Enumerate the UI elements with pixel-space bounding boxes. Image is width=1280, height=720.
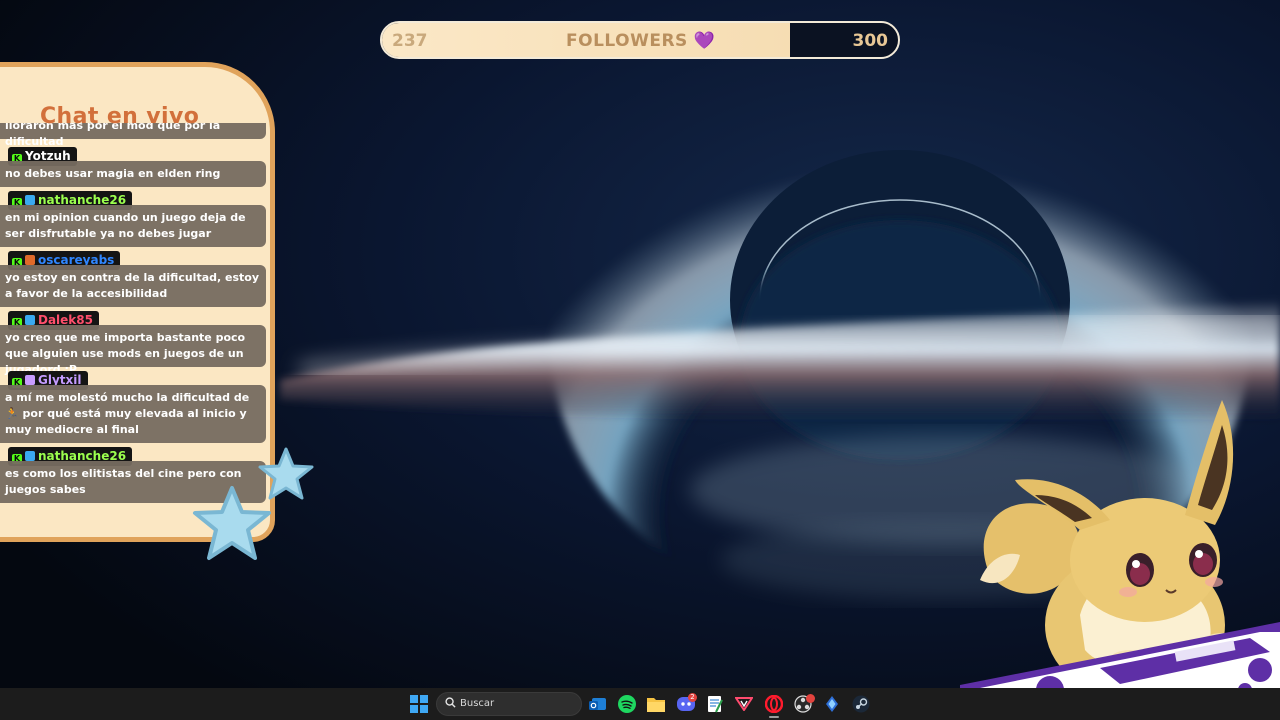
active-app-indicator bbox=[769, 716, 779, 718]
subscriber-badge-icon bbox=[25, 451, 35, 461]
fire-badge-icon bbox=[25, 255, 35, 265]
gift-badge-icon bbox=[25, 375, 35, 385]
search-icon bbox=[445, 697, 456, 708]
streamlabs-icon[interactable] bbox=[733, 693, 755, 715]
followers-label: FOLLOWERS 💜 bbox=[566, 31, 716, 51]
taskbar-search-box[interactable]: Buscar bbox=[436, 692, 582, 716]
chat-message-list: lloraron más por el mod que por la dific… bbox=[0, 123, 266, 508]
chat-message: yo creo que me importa bastante poco que… bbox=[0, 325, 266, 376]
notepad-icon[interactable] bbox=[704, 693, 726, 715]
star-decoration-icon bbox=[193, 486, 271, 560]
followers-goal: 300 bbox=[852, 31, 889, 51]
eevee-mascot bbox=[960, 400, 1280, 720]
windows-taskbar: Buscar 2 bbox=[0, 688, 1280, 720]
steam-icon[interactable] bbox=[850, 693, 872, 715]
file-explorer-icon[interactable] bbox=[645, 693, 667, 715]
chat-message: no debes usar magia en elden ring bbox=[0, 161, 266, 187]
chat-message: en mi opinion cuando un juego deja de se… bbox=[0, 205, 266, 247]
windows-start-icon[interactable] bbox=[408, 693, 430, 715]
opera-icon[interactable] bbox=[763, 693, 785, 715]
subscriber-badge-icon bbox=[25, 195, 35, 205]
chat-title: Chat en vivo bbox=[40, 104, 200, 129]
outlook-icon[interactable] bbox=[587, 693, 609, 715]
subscriber-badge-icon bbox=[25, 315, 35, 325]
search-placeholder: Buscar bbox=[460, 698, 495, 709]
followers-goal-bar: 237 FOLLOWERS 💜 300 bbox=[380, 21, 900, 59]
diamond-app-icon[interactable] bbox=[821, 693, 843, 715]
purple-heart-icon: 💜 bbox=[693, 31, 716, 51]
spotify-icon[interactable] bbox=[616, 693, 638, 715]
chat-message: a mí me molestó mucho la dificultad de 🏃… bbox=[0, 385, 266, 443]
followers-current: 237 bbox=[392, 31, 428, 51]
discord-notification-badge: 2 bbox=[688, 693, 697, 702]
obs-notification-dot bbox=[806, 694, 815, 703]
chat-message: yo estoy en contra de la dificultad, est… bbox=[0, 265, 266, 307]
